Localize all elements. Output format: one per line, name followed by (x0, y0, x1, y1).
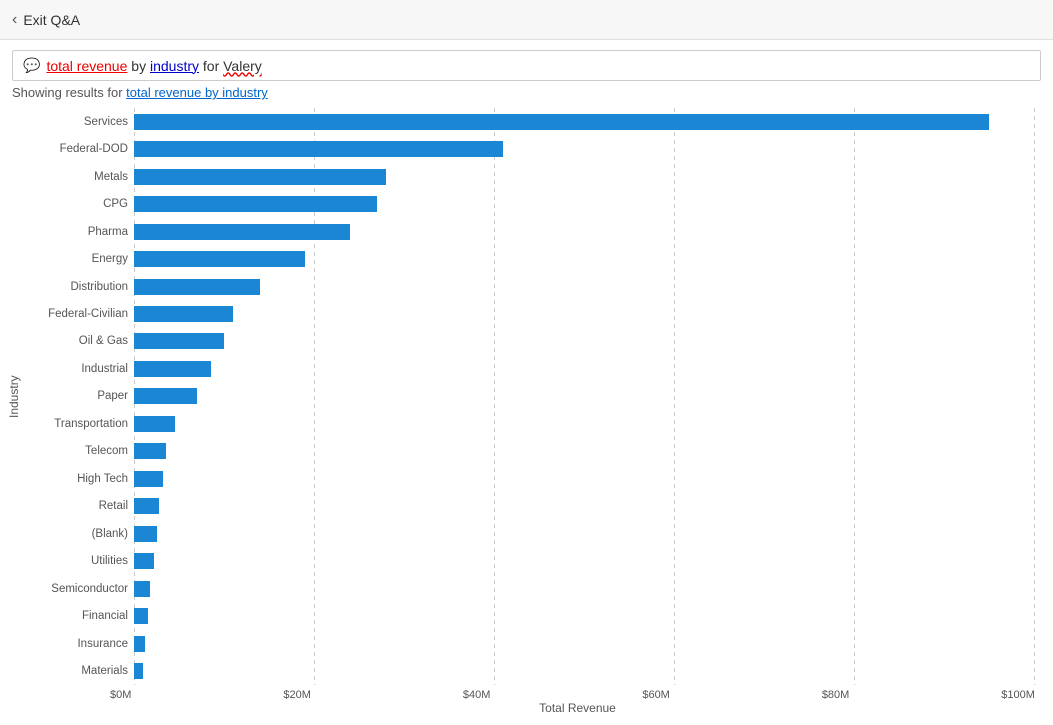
bar-label: Distribution (29, 281, 134, 293)
results-link[interactable]: total revenue by industry (126, 85, 268, 100)
bar-fill (134, 471, 163, 487)
bar-fill (134, 443, 166, 459)
y-axis-label: Industry (4, 108, 24, 685)
bar-row: Transportation (134, 413, 1035, 435)
bar-label: Utilities (29, 555, 134, 567)
x-axis-label: Total Revenue (0, 701, 1045, 719)
bar-fill (134, 526, 157, 542)
bar-fill (134, 114, 989, 130)
x-axis: $0M $20M $40M $60M $80M $100M (0, 685, 1045, 701)
bar-row: Pharma (134, 221, 1035, 243)
bar-label: Financial (29, 610, 134, 622)
x-tick: $80M (822, 689, 850, 701)
query-part1[interactable]: total revenue (46, 58, 127, 74)
bar-label: Industrial (29, 363, 134, 375)
bar-row: CPG (134, 193, 1035, 215)
bar-row: Utilities (134, 550, 1035, 572)
bar-row: Retail (134, 495, 1035, 517)
bar-label: CPG (29, 198, 134, 210)
bar-row: Materials (134, 660, 1035, 682)
x-tick: $60M (642, 689, 670, 701)
bar-fill (134, 169, 386, 185)
query-for: for (203, 58, 219, 74)
bar-label: Pharma (29, 226, 134, 238)
bar-fill (134, 279, 260, 295)
query-valery[interactable]: Valery (223, 58, 262, 74)
bar-row: Federal-Civilian (134, 303, 1035, 325)
x-tick: $20M (283, 689, 311, 701)
back-arrow-icon: ‹ (12, 11, 17, 29)
bar-row: Semiconductor (134, 578, 1035, 600)
bar-label: Semiconductor (29, 583, 134, 595)
chart-area: Industry ServicesFederal-DODMetalsCPGPha… (0, 108, 1045, 685)
bar-label: (Blank) (29, 528, 134, 540)
bar-label: Metals (29, 171, 134, 183)
bar-label: Federal-Civilian (29, 308, 134, 320)
bar-row: Paper (134, 385, 1035, 407)
bar-fill (134, 608, 148, 624)
bar-fill (134, 663, 143, 679)
bar-row: Financial (134, 605, 1035, 627)
chart-inner: ServicesFederal-DODMetalsCPGPharmaEnergy… (24, 108, 1045, 685)
bar-row: (Blank) (134, 523, 1035, 545)
bar-fill (134, 251, 305, 267)
bar-fill (134, 224, 350, 240)
query-by: by (131, 58, 146, 74)
bar-row: Industrial (134, 358, 1035, 380)
x-tick: $40M (463, 689, 491, 701)
chat-icon: 💬 (23, 57, 40, 74)
bar-fill (134, 141, 503, 157)
bar-label: Oil & Gas (29, 335, 134, 347)
bar-row: High Tech (134, 468, 1035, 490)
bar-row: Energy (134, 248, 1035, 270)
bar-row: Services (134, 111, 1035, 133)
header: ‹ Exit Q&A (0, 0, 1053, 40)
search-bar[interactable]: 💬 total revenue by industry for Valery (12, 50, 1041, 81)
query-total-revenue: total revenue by industry for Valery (46, 58, 261, 74)
exit-label: Exit Q&A (23, 12, 80, 28)
bar-row: Insurance (134, 633, 1035, 655)
bar-fill (134, 553, 154, 569)
bar-label: Services (29, 116, 134, 128)
bar-label: Telecom (29, 445, 134, 457)
bar-fill (134, 416, 175, 432)
bar-label: Federal-DOD (29, 143, 134, 155)
bar-fill (134, 388, 197, 404)
bar-row: Metals (134, 166, 1035, 188)
bar-label: High Tech (29, 473, 134, 485)
bar-label: Paper (29, 390, 134, 402)
exit-button[interactable]: ‹ Exit Q&A (12, 11, 80, 29)
bar-fill (134, 306, 233, 322)
bar-label: Insurance (29, 638, 134, 650)
bar-fill (134, 636, 145, 652)
bar-fill (134, 581, 150, 597)
bar-fill (134, 361, 211, 377)
bar-fill (134, 333, 224, 349)
bar-label: Energy (29, 253, 134, 265)
x-tick: $0M (110, 689, 131, 701)
query-industry[interactable]: industry (150, 58, 199, 74)
bars-wrapper: Services Federal-DOD Metals CPG Pharma Energy… (134, 108, 1035, 685)
results-prefix: Showing results for (12, 85, 126, 100)
bar-fill (134, 196, 377, 212)
bar-row: Federal-DOD (134, 138, 1035, 160)
bar-label: Retail (29, 500, 134, 512)
x-tick: $100M (1001, 689, 1035, 701)
bar-label: Transportation (29, 418, 134, 430)
showing-results: Showing results for total revenue by ind… (12, 85, 1041, 100)
bar-row: Distribution (134, 276, 1035, 298)
bar-label: Materials (29, 665, 134, 677)
chart-container: Industry ServicesFederal-DODMetalsCPGPha… (0, 108, 1053, 719)
bar-row: Oil & Gas (134, 330, 1035, 352)
bar-fill (134, 498, 159, 514)
bar-row: Telecom (134, 440, 1035, 462)
